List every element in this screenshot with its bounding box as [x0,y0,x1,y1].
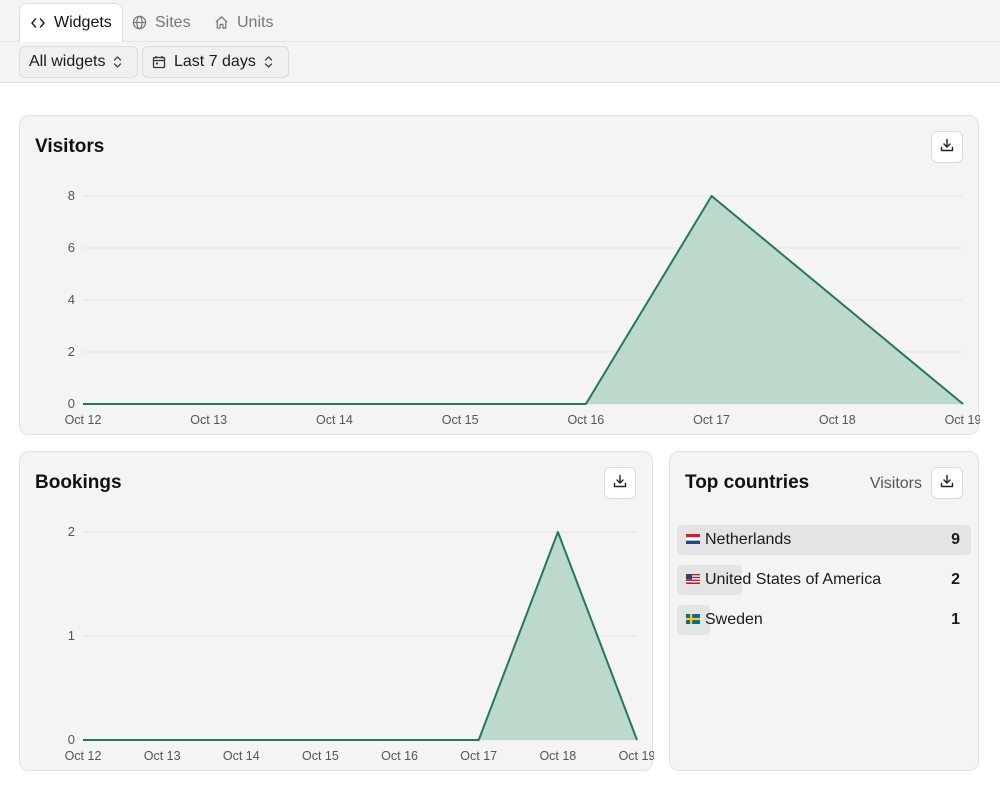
chevron-up-down-icon [113,55,122,69]
calendar-icon [152,55,166,69]
top-tab-bar: Widgets Sites Units [0,0,1000,43]
y-tick-label: 8 [68,188,75,203]
tab-sites-label: Sites [155,13,191,31]
chevron-up-down-icon [264,55,273,69]
x-tick-label: Oct 16 [567,413,604,427]
metric-label: Visitors [869,475,922,492]
y-tick-label: 0 [68,732,75,747]
bookings-chart: 0 1 2 Oct 12 Oct 13 Oct 14 Oct 15 Oct 16 Oct 17 O… [65,524,654,763]
code-icon [30,15,46,31]
x-tick-label: Oct 13 [190,413,227,427]
x-tick-label: Oct 17 [693,413,730,427]
y-tick-label: 0 [68,396,75,411]
x-tick-label: Oct 12 [65,413,102,427]
sweden-flag-icon [686,614,700,624]
country-name: United States of America [705,571,882,588]
x-tick-label: Oct 18 [539,749,576,763]
country-count: 1 [951,611,960,628]
y-tick-label: 4 [68,292,75,307]
tab-widgets-label: Widgets [54,14,112,31]
visitors-card: Visitors 0 2 4 6 8 Oct 12 Oct 13 Oct 14 Oct 15 Oc… [19,115,980,435]
visitors-chart: 0 2 4 6 8 Oct 12 Oct 13 Oct 14 Oct 15 Oct 16 Oct 1… [65,188,980,427]
tab-sites[interactable]: Sites [121,3,201,42]
home-icon [213,15,229,31]
country-row[interactable]: United States of America 2 [677,565,971,595]
top-countries-title: Top countries [685,472,810,493]
netherlands-flag-icon [686,534,700,544]
date-range-value: Last 7 days [174,53,256,70]
x-tick-label: Oct 18 [819,413,856,427]
x-tick-label: Oct 19 [619,749,654,763]
tab-units-label: Units [237,13,274,31]
countries-download-button[interactable] [931,467,963,499]
x-tick-label: Oct 15 [442,413,479,427]
usa-flag-icon [686,574,700,584]
country-count: 2 [951,571,960,588]
top-countries-card: Top countries Visitors Netherlands 9 Uni… [669,451,979,771]
x-tick-label: Oct 13 [144,749,181,763]
country-count: 9 [951,531,960,548]
country-row[interactable]: Netherlands 9 [677,525,971,555]
y-tick-label: 2 [68,524,75,539]
y-tick-label: 6 [68,240,75,255]
bookings-card: Bookings 0 1 2 Oct 12 Oct 13 Oct 14 Oct 15 Oct … [19,451,654,771]
country-name: Netherlands [705,531,792,548]
widget-select[interactable]: All widgets [19,46,138,78]
x-tick-label: Oct 14 [316,413,353,427]
x-tick-label: Oct 19 [945,413,980,427]
tab-widgets[interactable]: Widgets [19,3,123,43]
x-tick-label: Oct 12 [65,749,102,763]
filter-bar: All widgets Last 7 days [0,42,1000,83]
date-range-select[interactable]: Last 7 days [142,46,289,78]
y-tick-label: 1 [68,628,75,643]
download-icon [940,474,954,493]
globe-icon [131,15,147,31]
x-tick-label: Oct 15 [302,749,339,763]
y-tick-label: 2 [68,344,75,359]
x-tick-label: Oct 16 [381,749,418,763]
x-tick-label: Oct 14 [223,749,260,763]
widget-select-value: All widgets [29,53,106,70]
country-name: Sweden [705,611,763,628]
country-row[interactable]: Sweden 1 [677,605,971,635]
x-tick-label: Oct 17 [460,749,497,763]
tab-units[interactable]: Units [203,3,283,42]
